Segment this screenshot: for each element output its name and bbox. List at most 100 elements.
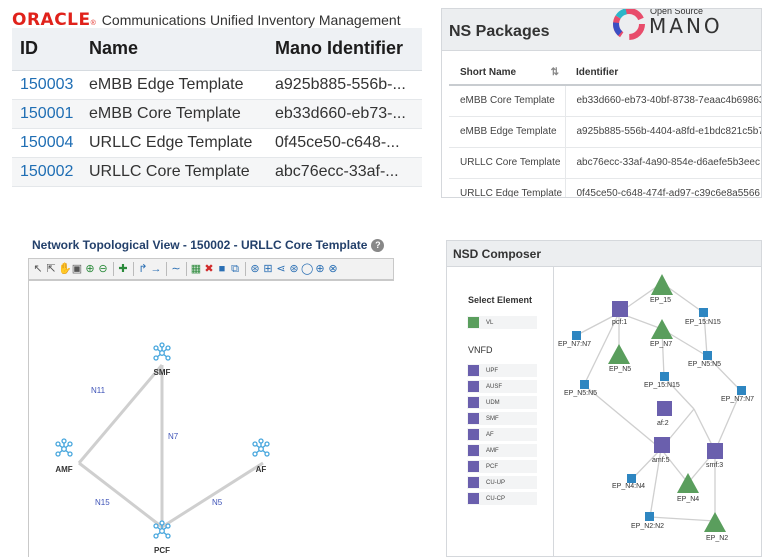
table-row[interactable]: URLLC Core Template abc76ecc-33af-4a90-8… [449, 147, 761, 179]
fit-icon[interactable]: ▣ [71, 262, 83, 276]
palette-item-label: PCF [486, 463, 498, 470]
hierarchy-icon[interactable]: ⋖ [275, 262, 287, 276]
vl-node[interactable] [608, 344, 630, 364]
id-link[interactable]: 150003 [12, 70, 81, 100]
group-icon[interactable]: ⊛ [288, 262, 300, 276]
link-icon[interactable]: → [150, 262, 162, 276]
vnfd-node-pcf[interactable] [612, 301, 628, 317]
print-icon[interactable]: ⊗ [327, 262, 339, 276]
edge-af-pcf[interactable] [161, 461, 264, 529]
layout-icon[interactable]: ▦ [190, 262, 202, 276]
table-row[interactable]: eMBB Edge Template a925b885-556b-4404-a8… [449, 116, 761, 148]
palette-item-amf[interactable]: AMF [467, 444, 537, 457]
column-header-name[interactable]: Name [81, 28, 267, 71]
palette-item-af[interactable]: AF [467, 428, 537, 441]
palette-item-cu-cp[interactable]: CU-CP [467, 492, 537, 505]
endpoint-node[interactable] [572, 331, 581, 340]
product-title: Communications Unified Inventory Managem… [101, 12, 401, 28]
vnfd-node-amf[interactable] [654, 437, 670, 453]
column-header-id[interactable]: ID [12, 28, 81, 71]
graph-label: EP_15:N15 [685, 319, 721, 326]
graph-label: pcf:1 [612, 319, 627, 326]
table-row[interactable]: 150004 URLLC Edge Template 0f45ce50-c648… [12, 128, 422, 158]
toolbar-divider [186, 262, 187, 276]
vnfd-heading: VNFD [468, 345, 493, 355]
find-icon[interactable]: ◯ [301, 262, 313, 276]
table-row[interactable]: eMBB Core Template eb33d660-eb73-40bf-87… [449, 85, 761, 117]
zoom-out-icon[interactable]: ⊖ [97, 262, 109, 276]
table-row[interactable]: 150002 URLLC Core Template abc76ecc-33af… [12, 157, 422, 187]
graph-label: EP_N7:N7 [558, 341, 591, 348]
column-header-mano-identifier[interactable]: Mano Identifier [267, 28, 422, 71]
sort-icon[interactable]: ⇅ [551, 67, 559, 78]
node-pcf[interactable]: PCF [153, 520, 171, 555]
vl-node[interactable] [651, 274, 673, 295]
vnfd-node-af[interactable] [657, 401, 672, 416]
palette-item-cu-up[interactable]: CU-UP [467, 476, 537, 489]
save-icon[interactable]: ■ [216, 262, 228, 276]
topology-graph[interactable]: N11 N7 N15 N5 SMF AMF AF PCF [29, 281, 395, 557]
zoom-in-icon[interactable]: ⊕ [84, 262, 96, 276]
delete-icon[interactable]: ✖ [203, 262, 215, 276]
palette-item-smf[interactable]: SMF [467, 412, 537, 425]
table-row[interactable]: 150001 eMBB Core Template eb33d660-eb73-… [12, 99, 422, 129]
network-function-icon [252, 438, 270, 457]
palette-item-ausf[interactable]: AUSF [467, 380, 537, 393]
endpoint-node[interactable] [627, 474, 636, 483]
nsd-graph-canvas[interactable]: EP_15 EP_15:N15 pcf:1 EP_N7:N7 EP_N7 EP_… [554, 267, 762, 557]
endpoint-node[interactable] [645, 512, 654, 521]
id-link[interactable]: 150001 [12, 99, 81, 129]
pan-icon[interactable]: ✋ [58, 262, 72, 276]
ns-packages-panel: NS Packages Open Source MANO Short Name ⇅… [441, 8, 762, 198]
grid-icon[interactable]: ⊞ [262, 262, 274, 276]
endpoint-node[interactable] [703, 351, 712, 360]
endpoint-node[interactable] [699, 308, 708, 317]
identifier-cell: 0f45ce50-c648-474f-ad97-c39c6e8a5566 [565, 178, 761, 197]
id-link[interactable]: 150002 [12, 157, 81, 187]
palette-item-udm[interactable]: UDM [467, 396, 537, 409]
edge-label-n7: N7 [168, 432, 179, 441]
vnfd-swatch [468, 461, 479, 472]
name-cell: URLLC Core Template [81, 157, 267, 187]
edge-smf-amf[interactable] [77, 364, 164, 464]
mano-identifier-cell: abc76ecc-33af-... [267, 157, 422, 187]
graph-label: EP_N7:N7 [721, 396, 754, 403]
table-row[interactable]: URLLC Edge Template 0f45ce50-c648-474f-a… [449, 178, 761, 197]
vl-node[interactable] [704, 512, 726, 532]
tree-icon[interactable]: ⊛ [249, 262, 261, 276]
graph-label: EP_N4:N4 [612, 483, 645, 490]
palette-item-upf[interactable]: UPF [467, 364, 537, 377]
select-icon[interactable]: ↖ [32, 262, 44, 276]
name-cell: URLLC Edge Template [81, 128, 267, 158]
endpoint-node[interactable] [660, 372, 669, 381]
toolbar-divider [245, 262, 246, 276]
column-header-identifier[interactable]: Identifier [565, 61, 761, 86]
topology-canvas[interactable]: N11 N7 N15 N5 SMF AMF AF PCF [28, 280, 394, 557]
vl-node[interactable] [677, 473, 699, 493]
palette-item-vl[interactable]: VL [467, 316, 537, 329]
export-icon[interactable]: ⊕ [314, 262, 326, 276]
vnfd-node-smf[interactable] [707, 443, 723, 459]
column-header-short-name[interactable]: Short Name ⇅ [449, 61, 565, 86]
help-icon[interactable]: ? [371, 239, 385, 253]
palette-item-pcf[interactable]: PCF [467, 460, 537, 473]
multi-select-icon[interactable]: ⇱ [45, 262, 57, 276]
node-smf[interactable]: SMF [153, 342, 171, 377]
unlink-icon[interactable]: ∼ [170, 262, 182, 276]
endpoint-node[interactable] [580, 380, 589, 389]
add-node-icon[interactable]: ✚ [117, 262, 129, 276]
table-row[interactable]: 150003 eMBB Edge Template a925b885-556b-… [12, 70, 422, 100]
endpoint-node[interactable] [737, 386, 746, 395]
edge-amf-pcf[interactable] [78, 461, 163, 529]
graph-label: EP_15 [650, 297, 671, 304]
vl-node[interactable] [651, 319, 673, 339]
id-link[interactable]: 150004 [12, 128, 81, 158]
copy-icon[interactable]: ⧉ [229, 262, 241, 276]
node-amf[interactable]: AMF [55, 438, 73, 474]
connect-icon[interactable]: ↱ [137, 262, 149, 276]
graph-label: EP_N5:N5 [688, 361, 721, 368]
toolbar-divider [166, 262, 167, 276]
node-af[interactable]: AF [252, 438, 270, 474]
osm-logo-wordmark: MANO [649, 14, 723, 38]
mano-identifier-cell: 0f45ce50-c648-... [267, 128, 422, 158]
